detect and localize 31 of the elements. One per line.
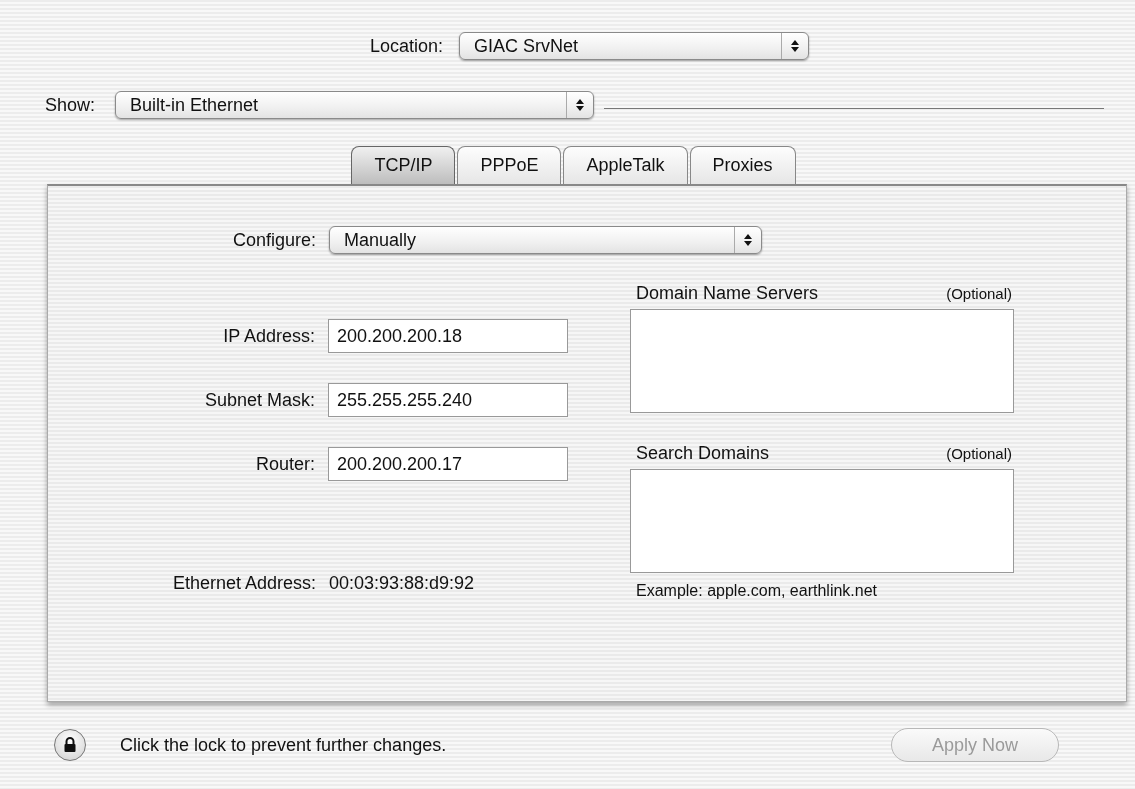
configure-label: Configure: [231,229,316,251]
example-text: Example: apple.com, earthlink.net [635,582,878,600]
tab[interactable]: TCP/IP [351,146,456,184]
optional-note: (Optional) [946,445,1012,462]
lock-message: Click the lock to prevent further changes. [120,734,447,756]
field-label: Subnet Mask: [203,389,315,411]
up-down-arrows-icon [575,98,586,112]
tab[interactable]: AppleTalk [563,146,688,184]
popup-button[interactable]: Manually [329,226,762,254]
ethernet-address-label: Ethernet Address: [171,573,316,594]
text-area[interactable] [630,309,1014,413]
input-field[interactable]: 255.255.255.240 [328,383,568,417]
tab[interactable]: Proxies [689,146,796,184]
input-field[interactable]: 200.200.200.17 [328,447,568,481]
field-label: IP Address: [222,325,315,347]
lock-icon [63,737,77,753]
ethernet-address-value: 00:03:93:88:d9:92 [329,573,475,594]
up-down-arrows-icon [743,233,753,247]
optional-note: (Optional) [946,285,1012,302]
location-label: Location: [370,35,444,57]
field-label: Router: [254,453,315,475]
show-label: Show: [45,94,96,116]
tab[interactable]: PPPoE [457,146,562,184]
text-area[interactable] [630,469,1014,573]
input-field[interactable]: 200.200.200.18 [328,319,568,353]
popup-button[interactable]: GIAC SrvNet [459,32,810,60]
box-title: Domain Name Servers [636,283,819,304]
popup-button[interactable]: Built-in Ethernet [115,91,595,119]
lock-button[interactable] [54,729,86,761]
up-down-arrows-icon [790,39,801,53]
box-title: Search Domains [636,443,770,464]
